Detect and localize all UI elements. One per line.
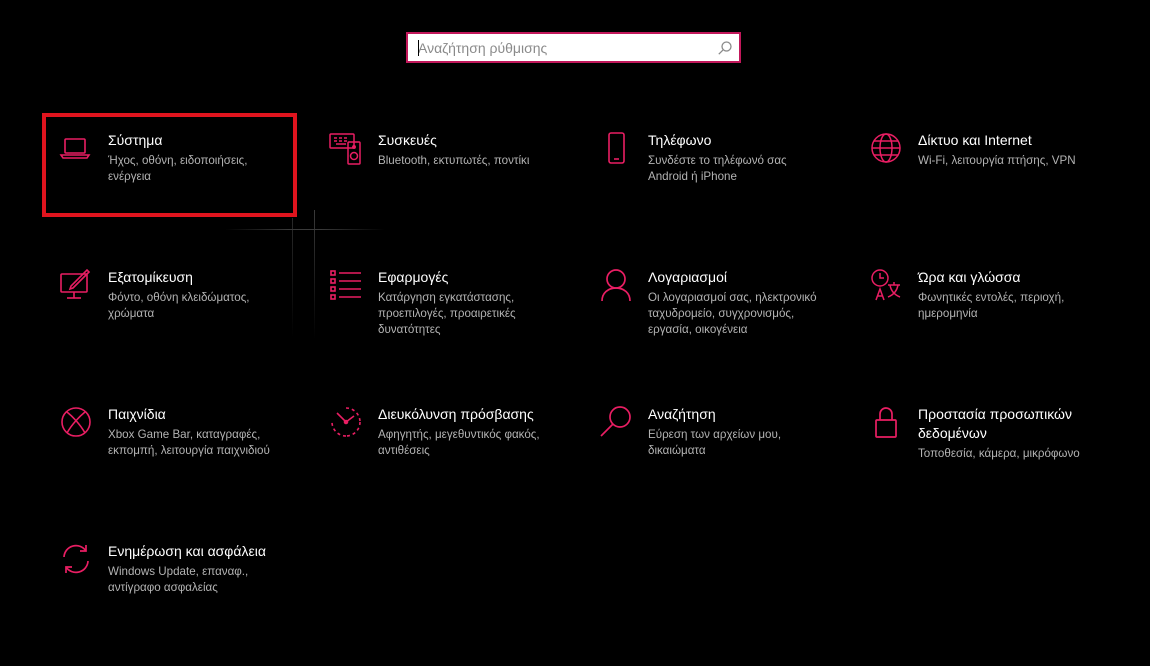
phone-icon	[598, 130, 634, 166]
globe-icon	[868, 130, 904, 166]
personalization-icon	[58, 267, 94, 303]
xbox-icon	[58, 404, 94, 440]
tile-phone[interactable]: Τηλέφωνο Συνδέστε το τηλέφωνό σας Androi…	[586, 124, 836, 216]
tile-title: Συσκευές	[378, 132, 437, 148]
search-magnifier-icon	[598, 404, 634, 440]
devices-icon	[328, 130, 364, 166]
search-input[interactable]	[408, 34, 718, 61]
tile-description: Φόντο, οθόνη κλειδώματος, χρώματα	[108, 291, 250, 320]
tile-search[interactable]: Αναζήτηση Εύρεση των αρχείων μου, δικαιώ…	[586, 398, 836, 490]
search-icon[interactable]	[717, 40, 733, 56]
tile-description: Οι λογαριασμοί σας, ηλεκτρονικό ταχυδρομ…	[648, 291, 817, 336]
tile-title: Τηλέφωνο	[648, 132, 712, 148]
tile-personalization[interactable]: Εξατομίκευση Φόντο, οθόνη κλειδώματος, χ…	[46, 261, 296, 353]
apps-list-icon	[328, 267, 364, 303]
tile-description: Τοποθεσία, κάμερα, μικρόφωνο	[918, 447, 1080, 460]
tile-privacy[interactable]: Προστασία προσωπικών δεδομένων Τοποθεσία…	[856, 398, 1106, 490]
ease-of-access-icon	[328, 404, 364, 440]
tile-accounts[interactable]: Λογαριασμοί Οι λογαριασμοί σας, ηλεκτρον…	[586, 261, 836, 353]
tile-title: Λογαριασμοί	[648, 269, 728, 285]
tile-description: Φωνητικές εντολές, περιοχή, ημερομηνία	[918, 291, 1065, 320]
time-language-icon	[868, 267, 904, 303]
tile-title: Ώρα και γλώσσα	[918, 269, 1021, 285]
tile-time-language[interactable]: Ώρα και γλώσσα Φωνητικές εντολές, περιοχ…	[856, 261, 1106, 353]
tile-description: Εύρεση των αρχείων μου, δικαιώματα	[648, 428, 782, 457]
search-box[interactable]	[406, 32, 741, 63]
tile-description: Xbox Game Bar, καταγραφές, εκπομπή, λειτ…	[108, 428, 270, 457]
tile-title: Ενημέρωση και ασφάλεια	[108, 543, 266, 559]
tile-title: Προστασία προσωπικών δεδομένων	[918, 406, 1072, 441]
person-icon	[598, 267, 634, 303]
tile-description: Windows Update, επαναφ., αντίγραφο ασφαλ…	[108, 565, 249, 594]
tile-devices[interactable]: Συσκευές Bluetooth, εκτυπωτές, ποντίκι	[316, 124, 566, 216]
tile-title: Εφαρμογές	[378, 269, 449, 285]
selection-highlight-frame	[42, 113, 297, 217]
tile-description: Αφηγητής, μεγεθυντικός φακός, αντιθέσεις	[378, 428, 540, 457]
tile-network[interactable]: Δίκτυο και Internet Wi-Fi, λειτουργία πτ…	[856, 124, 1106, 216]
tile-title: Δίκτυο και Internet	[918, 132, 1032, 148]
lock-icon	[868, 404, 904, 440]
tile-gaming[interactable]: Παιχνίδια Xbox Game Bar, καταγραφές, εκπ…	[46, 398, 296, 490]
tile-title: Αναζήτηση	[648, 406, 716, 422]
tile-ease-of-access[interactable]: Διευκόλυνση πρόσβασης Αφηγητής, μεγεθυντ…	[316, 398, 566, 490]
tile-title: Εξατομίκευση	[108, 269, 193, 285]
tile-description: Συνδέστε το τηλέφωνό σας Android ή iPhon…	[648, 154, 787, 183]
text-cursor	[418, 40, 419, 56]
tile-description: Κατάργηση εγκατάστασης, προεπιλογές, προ…	[378, 291, 516, 336]
settings-home: Σύστημα Ήχος, οθόνη, ειδοποιήσεις, ενέργ…	[0, 0, 1150, 666]
tile-title: Παιχνίδια	[108, 406, 166, 422]
tile-apps[interactable]: Εφαρμογές Κατάργηση εγκατάστασης, προεπι…	[316, 261, 566, 353]
sync-icon	[58, 541, 94, 577]
reveal-light-horizontal	[225, 229, 385, 230]
tile-description: Bluetooth, εκτυπωτές, ποντίκι	[378, 154, 530, 167]
tile-title: Διευκόλυνση πρόσβασης	[378, 406, 534, 422]
tile-update-security[interactable]: Ενημέρωση και ασφάλεια Windows Update, ε…	[46, 535, 296, 627]
tile-description: Wi-Fi, λειτουργία πτήσης, VPN	[918, 154, 1076, 167]
